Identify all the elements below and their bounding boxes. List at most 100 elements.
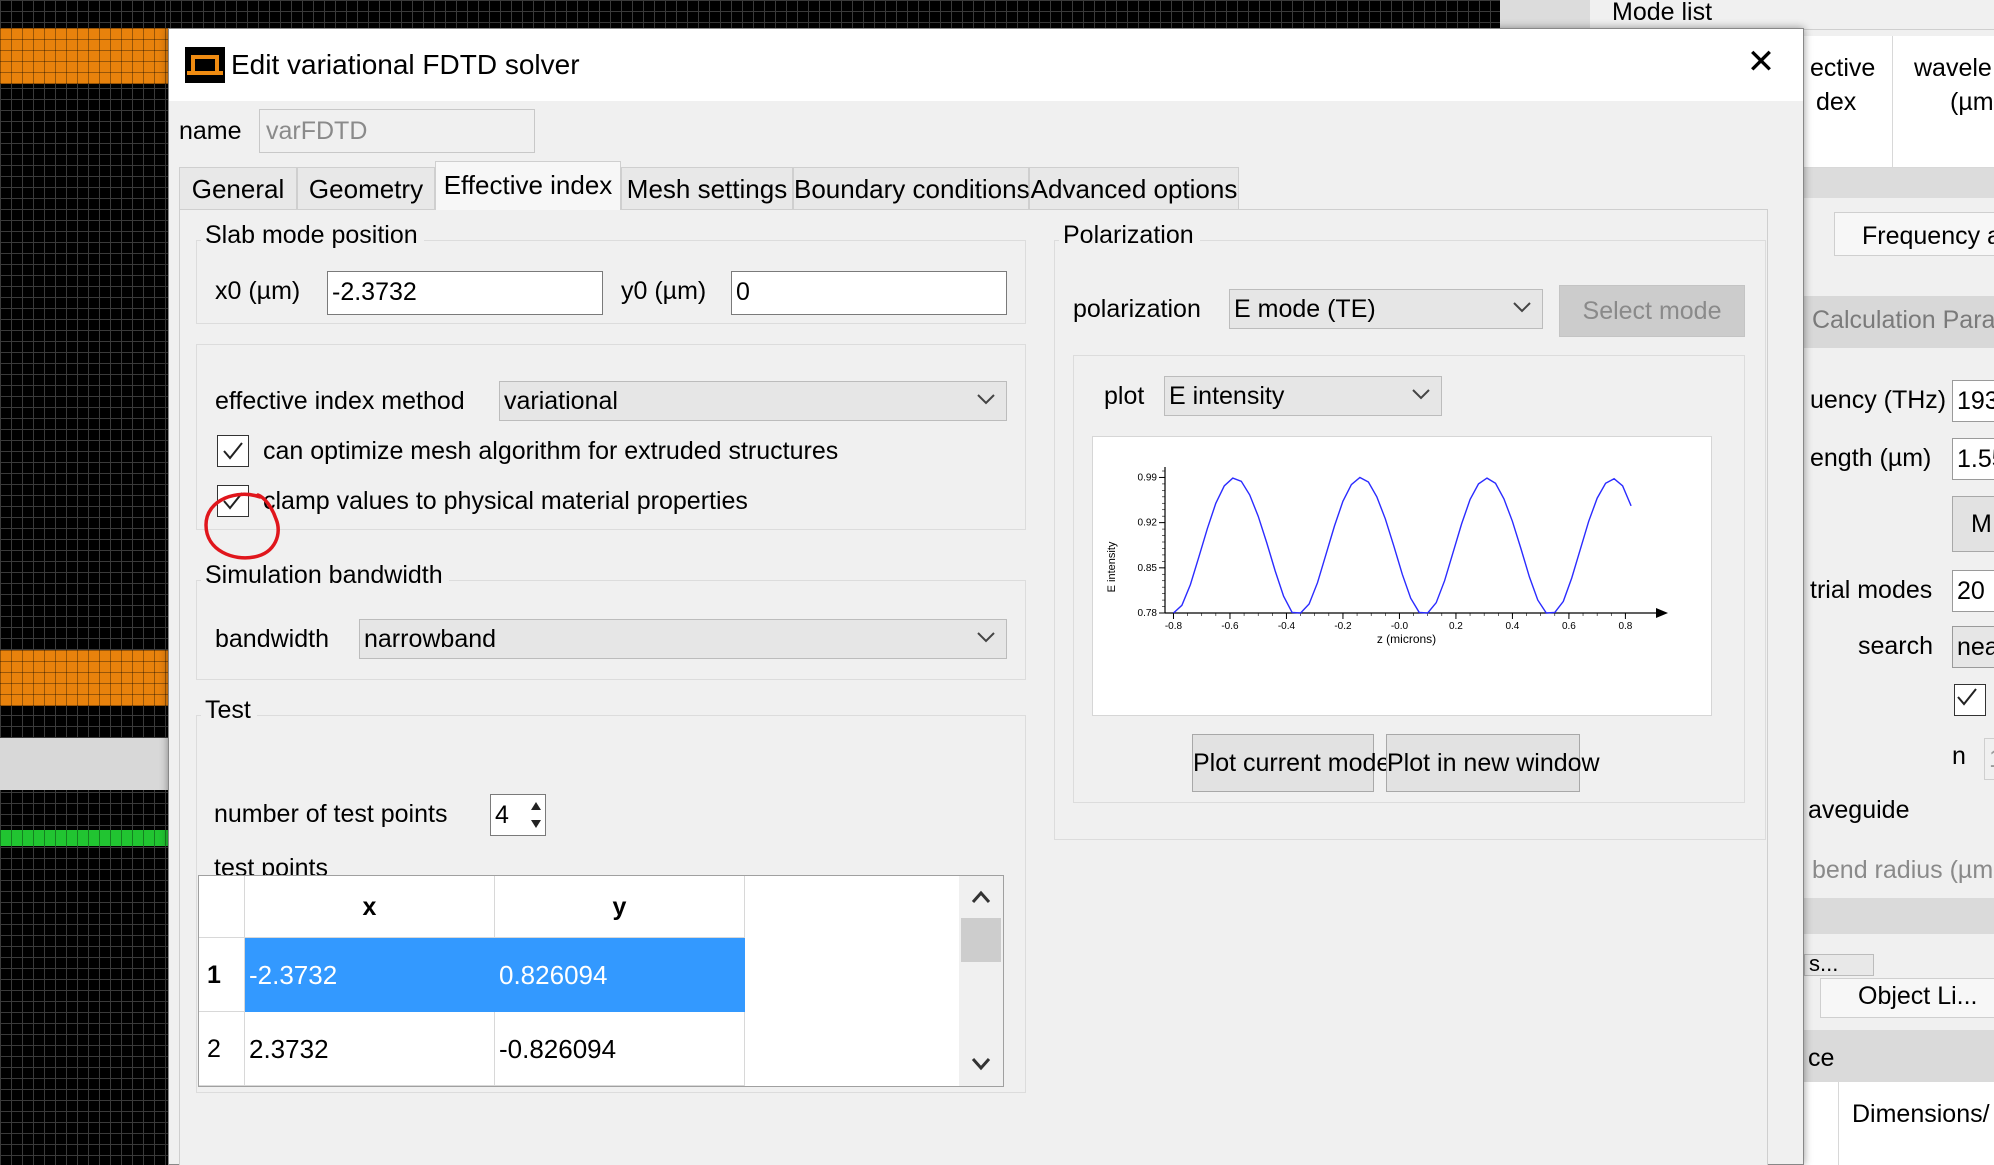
polarization-combo[interactable]: E mode (TE) <box>1229 289 1543 329</box>
mesh-gray-band <box>0 738 170 790</box>
col-effective-index[interactable]: ective <box>1810 54 1875 83</box>
mode-intensity-chart: -0.8 -0.6 -0.4 -0.2 -0.0 0.2 0.4 0.6 0.8 0.78 0.85… <box>1106 467 1668 646</box>
chevron-down-icon <box>977 394 995 405</box>
effective-index-method-label: effective index method <box>215 387 465 415</box>
table-cell-y[interactable]: 0.826094 <box>495 938 745 1012</box>
number-of-test-points-spinbox[interactable]: 4 <box>490 794 546 836</box>
frequency-input[interactable]: 193 <box>1952 380 1994 422</box>
polarization-value: E mode (TE) <box>1234 295 1376 323</box>
x-axis-arrow <box>1656 608 1668 618</box>
n-input[interactable]: 1 <box>1984 738 1994 780</box>
chevron-down-icon[interactable] <box>959 1046 1003 1082</box>
trial-modes-label: trial modes <box>1810 576 1933 604</box>
slab-mode-position-group: Slab mode position x0 (µm) -2.3732 y0 (µ… <box>196 221 1026 324</box>
tab-boundary-conditions[interactable]: Boundary conditions <box>793 167 1030 209</box>
y0-label: y0 (µm) <box>621 277 707 305</box>
tab-mesh-settings[interactable]: Mesh settings <box>621 167 793 209</box>
optimize-mesh-checkbox[interactable] <box>217 435 249 467</box>
plot-current-mode-button[interactable]: Plot current mode <box>1192 734 1390 792</box>
tab-general[interactable]: General <box>179 167 297 209</box>
bandwidth-value: narrowband <box>364 625 497 653</box>
table-scrollbar[interactable] <box>959 876 1003 1086</box>
chevron-up-icon[interactable] <box>959 880 1003 916</box>
table-corner <box>199 876 245 938</box>
plot-in-new-window-button[interactable]: Plot in new window <box>1386 734 1600 792</box>
name-input[interactable]: varFDTD <box>259 109 535 153</box>
tab-geometry[interactable]: Geometry <box>297 167 435 209</box>
edit-varfdtd-dialog: Edit variational FDTD solver ✕ name varF… <box>168 28 1804 1165</box>
effective-index-method-combo[interactable]: variational <box>499 381 1007 421</box>
close-button[interactable]: ✕ <box>1741 43 1781 83</box>
name-label: name <box>179 117 242 145</box>
y-tick-label: 0.99 <box>1138 472 1158 483</box>
row-header-1[interactable]: 1 <box>199 938 245 1012</box>
x-tick-label: -0.6 <box>1221 621 1239 632</box>
search-combo[interactable]: nea <box>1952 626 1994 668</box>
polarization-group: Polarization polarization E mode (TE) Se… <box>1054 221 1766 840</box>
y-tick-label: 0.92 <box>1138 518 1158 529</box>
bandwidth-label: bandwidth <box>215 625 329 653</box>
simulation-bandwidth-title: Simulation bandwidth <box>201 561 449 590</box>
bend-radius-label: bend radius (µm <box>1812 856 1994 884</box>
mesh-source-line <box>0 830 170 846</box>
polarization-title: Polarization <box>1059 221 1200 250</box>
y0-input[interactable]: 0 <box>731 271 1007 315</box>
col-wavelength[interactable]: wavele <box>1914 54 1992 83</box>
x-tick-label: -0.8 <box>1165 621 1183 632</box>
x-tick-label: 0.2 <box>1449 621 1463 632</box>
table-cell-x[interactable]: -2.3732 <box>245 938 495 1012</box>
chevron-down-icon <box>1513 302 1531 313</box>
plot-type-value: E intensity <box>1169 382 1285 410</box>
dimensions-label: Dimensions/ <box>1852 1100 1990 1128</box>
trial-modes-input[interactable]: 20 <box>1952 570 1994 612</box>
search-label: search <box>1858 632 1934 660</box>
waveguide-label: aveguide <box>1808 796 1910 824</box>
column-header-x[interactable]: x <box>245 876 495 938</box>
table-scrollbar-thumb[interactable] <box>961 918 1001 962</box>
effective-index-page: Slab mode position x0 (µm) -2.3732 y0 (µ… <box>179 209 1768 1165</box>
x-tick-label: -0.4 <box>1278 621 1296 632</box>
app-logo-icon <box>185 47 225 83</box>
table-cell-x[interactable]: 2.3732 <box>245 1012 495 1086</box>
column-header-y[interactable]: y <box>495 876 745 938</box>
dialog-titlebar: Edit variational FDTD solver ✕ <box>169 29 1803 101</box>
clamp-values-checkbox[interactable] <box>217 485 249 517</box>
calculate-button[interactable]: M <box>1952 496 1994 552</box>
tab-advanced-options[interactable]: Advanced options <box>1029 167 1239 209</box>
y-tick-label: 0.85 <box>1138 563 1158 574</box>
row-header-2[interactable]: 2 <box>199 1012 245 1086</box>
select-mode-button[interactable]: Select mode <box>1559 285 1745 337</box>
chevron-down-icon <box>1412 389 1430 400</box>
chevron-down-icon <box>977 632 995 643</box>
x-axis-label: z (microns) <box>1377 632 1436 646</box>
effective-index-method-value: variational <box>504 387 618 415</box>
spin-down-icon[interactable] <box>529 815 543 833</box>
frequency-label: uency (THz) <box>1810 386 1947 414</box>
x0-input[interactable]: -2.3732 <box>327 271 603 315</box>
background-checkbox[interactable] <box>1954 684 1986 716</box>
tab-effective-index[interactable]: Effective index <box>435 161 621 210</box>
mesh-view-top-gray <box>1500 0 1590 28</box>
tab-object-list[interactable]: Object Li... <box>1858 982 1978 1011</box>
chart-axes: -0.8 -0.6 -0.4 -0.2 -0.0 0.2 0.4 0.6 0.8 0.78 0.85… <box>1138 467 1668 632</box>
n-label: n <box>1952 742 1966 770</box>
bandwidth-combo[interactable]: narrowband <box>359 619 1007 659</box>
polarization-label: polarization <box>1073 295 1201 323</box>
number-of-test-points-value: 4 <box>495 801 509 829</box>
test-title: Test <box>201 696 257 725</box>
calc-params-header: Calculation Para <box>1812 306 1994 334</box>
mesh-structure-top <box>0 28 170 84</box>
background-small-button[interactable]: s... <box>1804 954 1874 976</box>
effective-index-group: effective index method variational can o… <box>196 344 1026 530</box>
spin-up-icon[interactable] <box>529 797 543 815</box>
intensity-series-line <box>1173 476 1632 614</box>
wavelength-input[interactable]: 1.55 <box>1952 438 1994 480</box>
y-axis-label: E intensity <box>1106 541 1118 592</box>
tab-frequency[interactable]: Frequency a <box>1862 222 1994 251</box>
table-cell-y[interactable]: -0.826094 <box>495 1012 745 1086</box>
mesh-view <box>0 0 170 1165</box>
x-tick-label: 0.4 <box>1505 621 1519 632</box>
mode-intensity-plot: -0.8 -0.6 -0.4 -0.2 -0.0 0.2 0.4 0.6 0.8 0.78 0.85… <box>1092 436 1712 716</box>
check-icon <box>223 442 243 460</box>
plot-type-combo[interactable]: E intensity <box>1164 376 1442 416</box>
